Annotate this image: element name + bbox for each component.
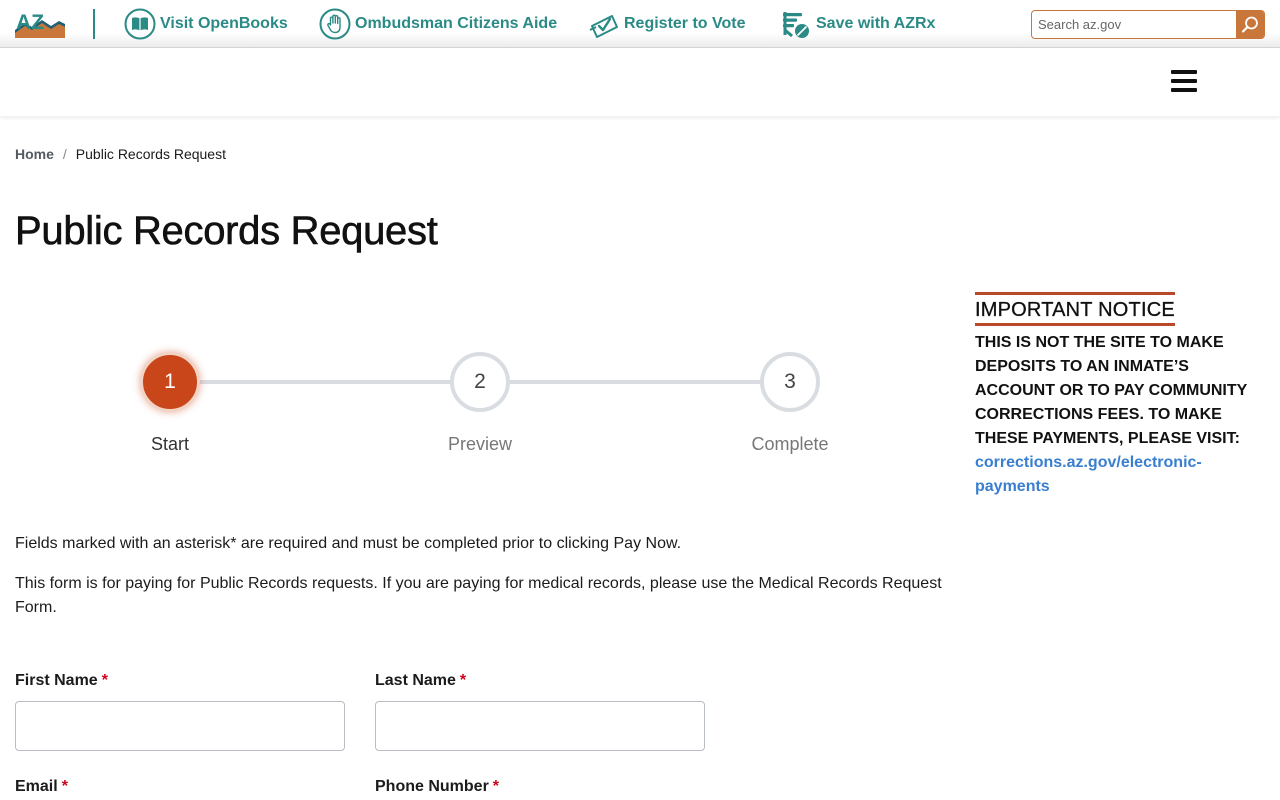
register-to-vote-link[interactable]: Register to Vote bbox=[588, 8, 746, 40]
email-label: Email * bbox=[15, 778, 68, 796]
required-marker: * bbox=[459, 672, 467, 689]
save-with-azrx-label: Save with AZRx bbox=[816, 15, 936, 32]
step-3-number: 3 bbox=[784, 370, 796, 393]
last-name-label: Last Name * bbox=[375, 672, 466, 690]
breadcrumb-current: Public Records Request bbox=[75, 146, 226, 162]
phone-number-label: Phone Number * bbox=[375, 778, 499, 796]
electronic-payments-link[interactable]: corrections.az.gov/electronic-payments bbox=[975, 454, 1202, 495]
last-name-label-text: Last Name bbox=[375, 672, 456, 689]
register-to-vote-label: Register to Vote bbox=[624, 15, 746, 32]
ombudsman-link[interactable]: Ombudsman Citizens Aide bbox=[319, 8, 557, 40]
step-3-circle: 3 bbox=[760, 352, 820, 412]
save-with-azrx-link[interactable]: Save with AZRx bbox=[780, 8, 935, 40]
step-1-label: Start bbox=[150, 434, 189, 454]
last-name-field[interactable] bbox=[375, 701, 705, 751]
step-2-circle: 2 bbox=[450, 352, 510, 412]
form-purpose-note: This form is for paying for Public Recor… bbox=[15, 575, 942, 616]
search-icon bbox=[1241, 16, 1258, 33]
breadcrumb-separator: / bbox=[62, 146, 67, 162]
required-marker: * bbox=[492, 778, 500, 795]
step-1-number: 1 bbox=[164, 370, 176, 393]
first-name-field[interactable] bbox=[15, 701, 345, 751]
az-logo[interactable]: AZ bbox=[15, 10, 65, 38]
step-connector-2-3 bbox=[506, 380, 764, 384]
breadcrumb: Home / Public Records Request bbox=[15, 146, 226, 162]
ballot-check-icon bbox=[589, 15, 618, 38]
step-connector-1-2 bbox=[198, 380, 454, 384]
notice-text: THIS IS NOT THE SITE TO MAKE DEPOSITS TO… bbox=[975, 334, 1248, 447]
search-box bbox=[1031, 10, 1265, 39]
first-name-label-text: First Name bbox=[15, 672, 98, 689]
book-icon bbox=[124, 8, 156, 40]
required-marker: * bbox=[61, 778, 68, 795]
step-1-circle: 1 bbox=[140, 352, 200, 412]
required-fields-note: Fields marked with an asterisk* are requ… bbox=[15, 535, 682, 552]
logo-divider bbox=[93, 9, 95, 39]
ombudsman-label: Ombudsman Citizens Aide bbox=[355, 15, 558, 32]
step-2-number: 2 bbox=[474, 370, 486, 393]
important-notice-body: THIS IS NOT THE SITE TO MAKE DEPOSITS TO… bbox=[975, 331, 1271, 499]
visit-openbooks-link[interactable]: Visit OpenBooks bbox=[124, 8, 288, 40]
step-3-label: Complete bbox=[751, 434, 829, 454]
search-button[interactable] bbox=[1236, 11, 1264, 38]
required-marker: * bbox=[101, 672, 108, 689]
main-navbar bbox=[0, 48, 1280, 116]
phone-number-label-text: Phone Number bbox=[375, 778, 489, 795]
raised-hand-icon bbox=[319, 8, 351, 40]
breadcrumb-home-link[interactable]: Home bbox=[15, 146, 54, 162]
hamburger-menu-icon[interactable] bbox=[1168, 68, 1200, 96]
first-name-label: First Name * bbox=[15, 672, 108, 690]
email-label-text: Email bbox=[15, 778, 58, 795]
step-2-label: Preview bbox=[447, 434, 513, 454]
az-logo-text: AZ bbox=[16, 11, 44, 34]
prescription-pill-icon bbox=[783, 12, 809, 38]
search-input[interactable] bbox=[1032, 11, 1236, 38]
visit-openbooks-label: Visit OpenBooks bbox=[160, 15, 288, 32]
utility-bar: AZ Visit OpenBooks Ombudsman Citizens Ai… bbox=[0, 0, 1280, 48]
important-notice-title: IMPORTANT NOTICE bbox=[975, 292, 1175, 326]
page-title: Public Records Request bbox=[15, 209, 438, 254]
